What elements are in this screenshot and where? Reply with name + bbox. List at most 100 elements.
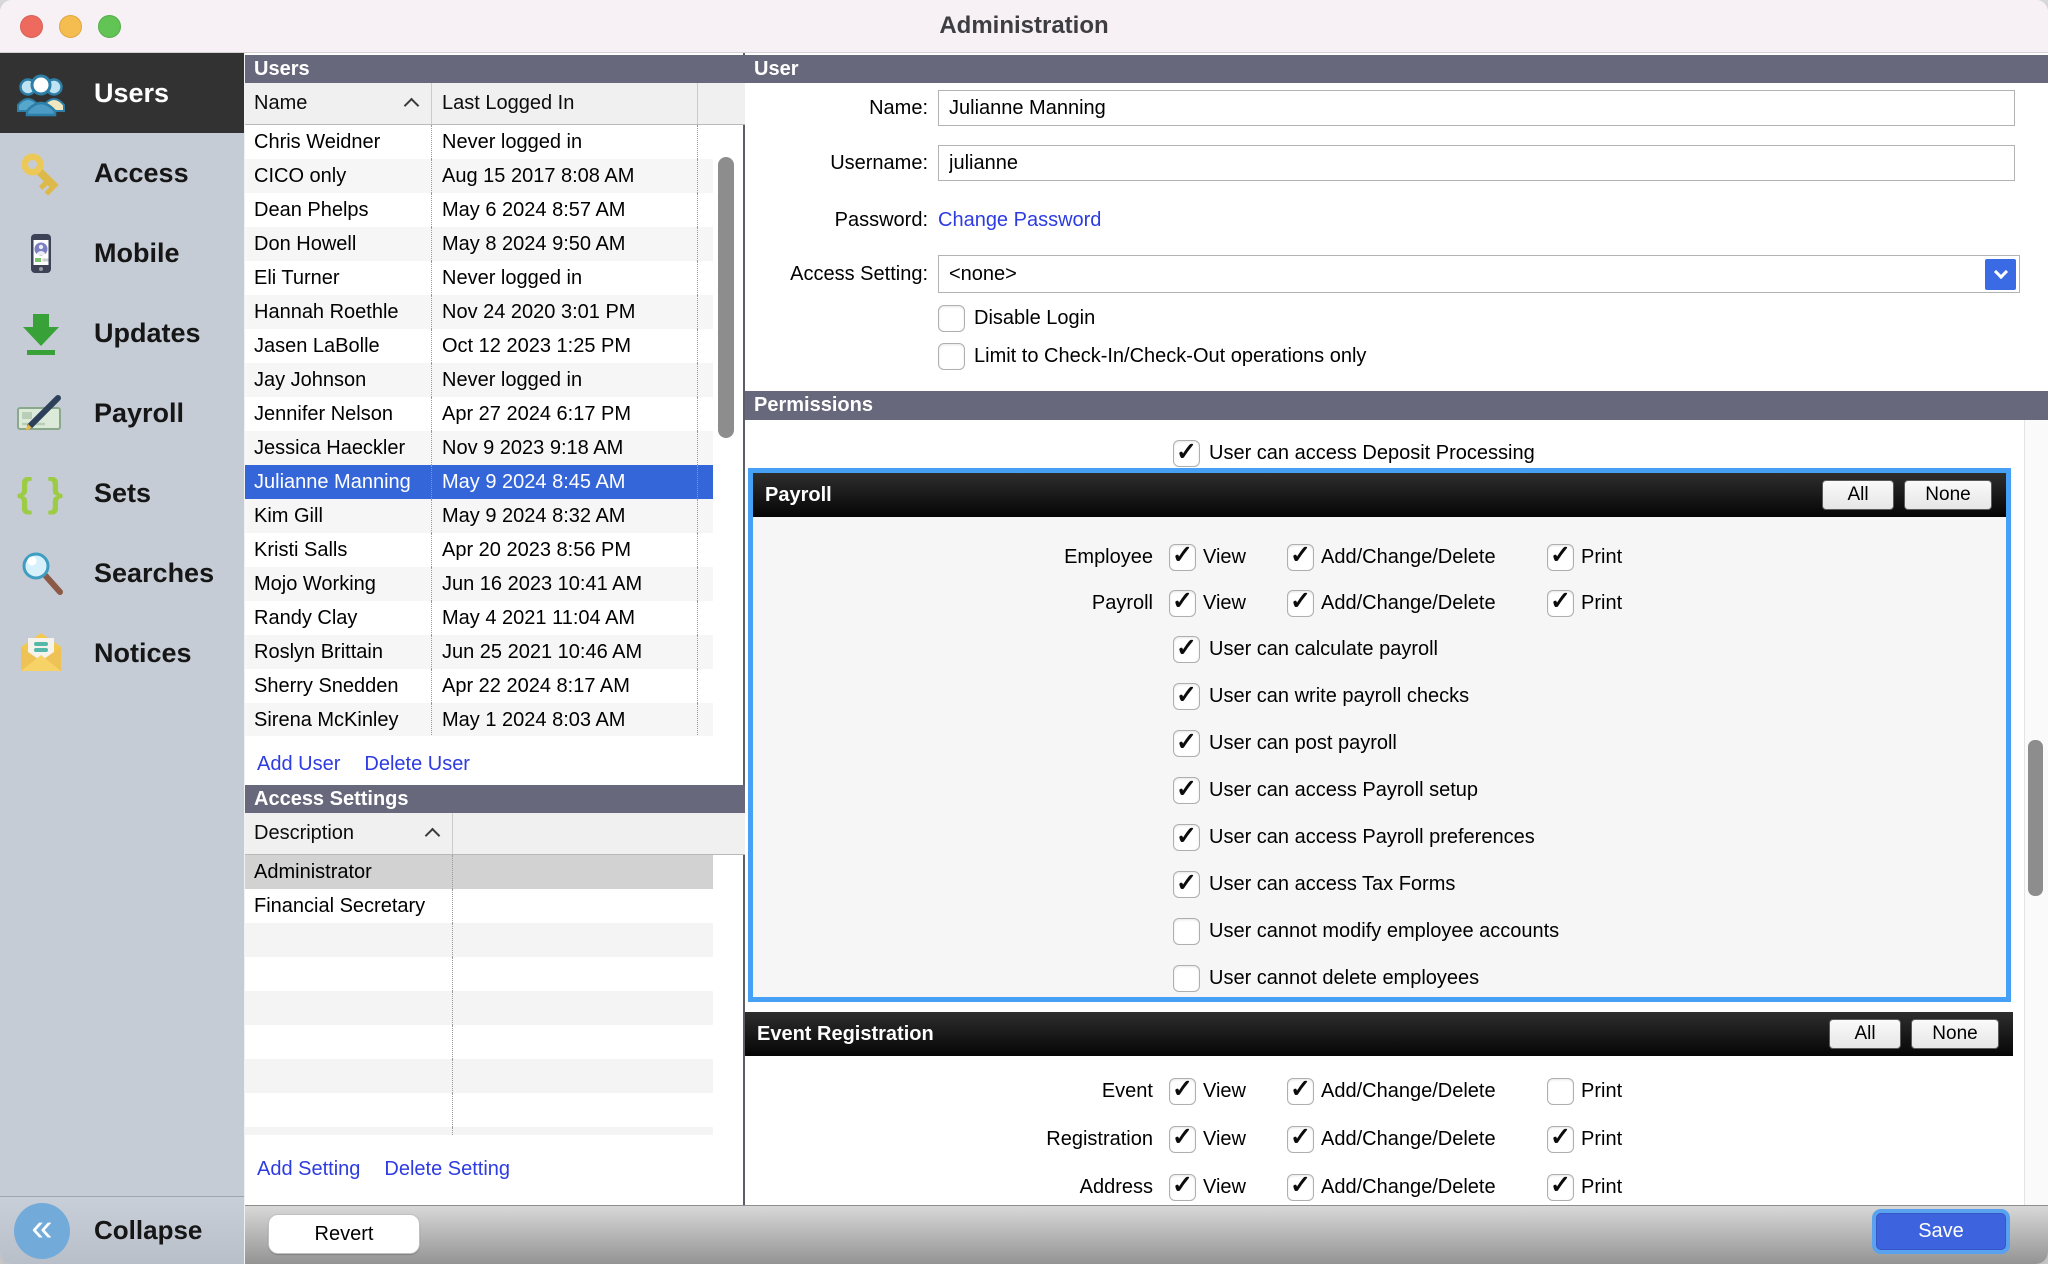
user-row[interactable]: Jay JohnsonNever logged in [245,363,713,397]
add-setting-link[interactable]: Add Setting [257,1158,360,1181]
view-checkbox[interactable] [1169,1078,1196,1105]
dropdown-button[interactable] [1985,259,2016,290]
sidebar-item-mobile[interactable]: Mobile [0,213,244,293]
right-scrollbar-thumb[interactable] [2028,740,2043,896]
user-row[interactable]: Julianne ManningMay 9 2024 8:45 AM [245,465,713,499]
view-checkbox[interactable] [1169,590,1196,617]
last-logged-in-cell: Apr 22 2024 8:17 AM [432,669,698,703]
sidebar-item-users[interactable]: Users [0,53,244,133]
access-setting-row[interactable]: Administrator [245,855,713,889]
sidebar-item-label: Payroll [94,398,184,429]
user-row[interactable]: Kristi SallsApr 20 2023 8:56 PM [245,533,713,567]
sidebar-item-sets[interactable]: { } Sets [0,453,244,533]
access-setting-row[interactable]: Financial Secretary [245,889,713,923]
user-row[interactable]: CICO onlyAug 15 2017 8:08 AM [245,159,713,193]
sidebar-item-searches[interactable]: Searches [0,533,244,613]
permissions-panel-header: Permissions [745,391,2048,420]
view-checkbox[interactable] [1169,1174,1196,1201]
permission-row-label: Employee [753,546,1153,569]
option-checkbox[interactable] [1173,965,1200,992]
empty-row [245,991,713,1025]
view-checkbox[interactable] [1169,544,1196,571]
option-checkbox[interactable] [1173,636,1200,663]
user-name-cell: Sherry Snedden [245,669,432,703]
view-checkbox[interactable] [1169,1126,1196,1153]
user-row[interactable]: Sherry SneddenApr 22 2024 8:17 AM [245,669,713,703]
column-header-description[interactable]: Description [245,813,453,854]
print-checkbox[interactable] [1547,1078,1574,1105]
payroll-none-button[interactable]: None [1904,480,1992,510]
acd-checkbox[interactable] [1287,1078,1314,1105]
access-settings-table-body: AdministratorFinancial Secretary [245,855,745,1135]
option-label: User cannot delete employees [1209,967,1479,990]
acd-checkbox[interactable] [1287,1174,1314,1201]
user-row[interactable]: Kim GillMay 9 2024 8:32 AM [245,499,713,533]
option-checkbox[interactable] [1173,777,1200,804]
users-scrollbar-thumb[interactable] [718,157,734,438]
user-row[interactable]: Jessica HaecklerNov 9 2023 9:18 AM [245,431,713,465]
save-button[interactable]: Save [1876,1213,2006,1250]
delete-setting-link[interactable]: Delete Setting [384,1158,510,1181]
user-row[interactable]: Roslyn BrittainJun 25 2021 10:46 AM [245,635,713,669]
access-setting-dropdown[interactable]: <none> [938,255,2020,293]
sidebar-item-updates[interactable]: Updates [0,293,244,373]
add-user-link[interactable]: Add User [257,753,340,776]
column-header-last-logged-in[interactable]: Last Logged In [432,83,698,124]
sidebar-item-label: Searches [94,558,214,589]
print-checkbox[interactable] [1547,544,1574,571]
collapse-button[interactable]: « Collapse [0,1196,244,1264]
option-checkbox[interactable] [1173,871,1200,898]
option-checkbox[interactable] [1173,824,1200,851]
print-checkbox[interactable] [1547,1174,1574,1201]
user-row[interactable]: Jennifer NelsonApr 27 2024 6:17 PM [245,397,713,431]
user-name-cell: Jennifer Nelson [245,397,432,431]
change-password-link[interactable]: Change Password [938,209,1101,232]
disable-login-checkbox[interactable] [938,305,965,332]
user-row[interactable]: Sirena McKinleyMay 1 2024 8:03 AM [245,703,713,736]
user-row[interactable]: Mojo WorkingJun 16 2023 10:41 AM [245,567,713,601]
print-checkbox[interactable] [1547,1126,1574,1153]
zoom-button[interactable] [98,15,121,38]
acd-checkbox[interactable] [1287,544,1314,571]
user-name-cell: Don Howell [245,227,432,261]
minimize-button[interactable] [59,15,82,38]
limit-cico-checkbox[interactable] [938,343,965,370]
user-row[interactable]: Don HowellMay 8 2024 9:50 AM [245,227,713,261]
column-header-name[interactable]: Name [245,83,432,124]
option-label: User can access Payroll preferences [1209,826,1535,849]
description-cell: Administrator [245,855,453,889]
user-row[interactable]: Randy ClayMay 4 2021 11:04 AM [245,601,713,635]
user-row[interactable]: Jasen LaBolleOct 12 2023 1:25 PM [245,329,713,363]
option-label: User can access Payroll setup [1209,779,1478,802]
user-row[interactable]: Hannah RoethleNov 24 2020 3:01 PM [245,295,713,329]
option-checkbox[interactable] [1173,730,1200,757]
user-row[interactable]: Dean PhelpsMay 6 2024 8:57 AM [245,193,713,227]
option-checkbox[interactable] [1173,918,1200,945]
name-field[interactable] [938,90,2015,126]
payroll-all-button[interactable]: All [1822,480,1894,510]
permission-row-label: Payroll [753,592,1153,615]
option-label: User can access Tax Forms [1209,873,1455,896]
sidebar-item-payroll[interactable]: Payroll [0,373,244,453]
last-logged-in-cell: Jun 25 2021 10:46 AM [432,635,698,669]
sidebar-item-access[interactable]: Access [0,133,244,213]
acd-checkbox[interactable] [1287,590,1314,617]
sidebar-item-label: Users [94,78,169,109]
sidebar-item-notices[interactable]: Notices [0,613,244,693]
magnifier-icon [14,546,68,600]
close-button[interactable] [20,15,43,38]
user-row[interactable]: Eli TurnerNever logged in [245,261,713,295]
print-checkbox[interactable] [1547,590,1574,617]
revert-button[interactable]: Revert [268,1214,420,1254]
user-row[interactable]: Chris WeidnerNever logged in [245,125,713,159]
name-label: Name: [745,97,928,120]
delete-user-link[interactable]: Delete User [364,753,470,776]
acd-checkbox[interactable] [1287,1126,1314,1153]
option-checkbox[interactable] [1173,683,1200,710]
username-field[interactable] [938,145,2015,181]
sort-ascending-icon [404,98,420,114]
users-table-body: Chris WeidnerNever logged inCICO onlyAug… [245,125,745,736]
event-none-button[interactable]: None [1911,1019,1999,1049]
event-all-button[interactable]: All [1829,1019,1901,1049]
deposit-processing-checkbox[interactable] [1173,440,1200,467]
